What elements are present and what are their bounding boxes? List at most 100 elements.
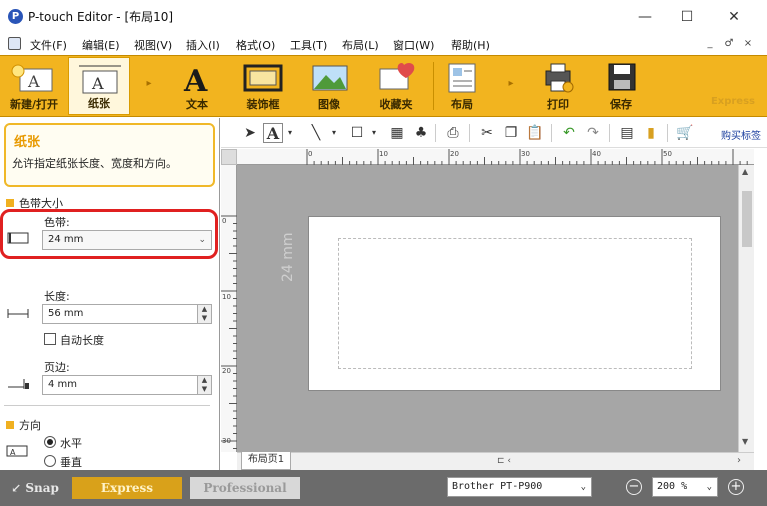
orientation-vertical-radio[interactable] [44,455,56,467]
zoom-out-icon[interactable]: − [626,479,642,495]
print-button[interactable]: 打印 [530,57,586,115]
document-icon[interactable] [8,37,21,50]
rectangle-tool-icon[interactable]: ☐ [347,123,367,143]
title-bar: P P-touch Editor - [布局10] — ☐ ✕ [0,0,767,34]
copy-icon[interactable]: ❐ [501,123,521,143]
menu-file[interactable]: 文件(F) [30,37,67,53]
menu-help[interactable]: 帮助(H) [451,37,490,53]
status-bar: ↙ Snap Express Professional Brother PT-P… [0,470,767,506]
horizontal-ruler-ticks [306,149,748,165]
maximize-button[interactable]: ☐ [667,6,707,28]
menu-insert[interactable]: 插入(I) [186,37,220,53]
line-tool-icon[interactable]: ╲ [305,123,327,143]
length-input[interactable]: 56 mm ▲ ▼ [42,304,212,324]
favorites-button[interactable]: 收藏夹 [364,57,428,115]
ribbon-scroll-left-icon[interactable]: ▸ [144,78,154,92]
professional-mode-tab[interactable]: Professional [190,477,300,499]
v-tick-label: 20 [222,367,231,375]
horizontal-scrollbar[interactable]: ⊏ ‹ › [237,452,754,470]
chevron-down-icon[interactable]: ▾ [329,123,339,143]
tape-width-indicator: 24 mm [280,232,296,282]
menu-format[interactable]: 格式(O) [236,37,275,53]
image-icon [312,65,348,91]
printer-select[interactable]: Brother PT-P900 ⌄ [447,477,592,497]
snap-icon: ↙ [11,481,26,495]
margin-input[interactable]: 4 mm ▲ ▼ [42,375,212,395]
frame-icon [243,64,283,92]
chevron-down-icon[interactable]: ▾ [285,123,295,143]
ribbon-separator [433,62,434,110]
window-title: P-touch Editor - [布局10] [28,10,174,24]
scroll-right-icon[interactable]: › [737,455,741,466]
text-button[interactable]: A 文本 [168,57,226,115]
ribbon-scroll-right-icon[interactable]: ▸ [506,78,516,92]
redo-icon[interactable]: ↷ [583,123,603,143]
database-icon[interactable]: ▮ [641,123,661,143]
scroll-up-icon[interactable]: ▲ [742,167,748,176]
mdi-restore-button[interactable]: ♂ [722,37,736,51]
vertical-ruler-ticks [221,215,237,449]
v-tick-label: 30 [222,437,231,445]
properties-icon[interactable]: ▤ [617,123,637,143]
text-tool-icon[interactable]: A [263,123,283,143]
express-mode-tab[interactable]: Express [72,477,182,499]
page-nav-icon[interactable]: ⊏ ‹ [497,456,511,466]
chevron-down-icon[interactable]: ▾ [369,123,379,143]
menu-layout[interactable]: 布局(L) [342,37,379,53]
vertical-scroll-thumb[interactable] [742,191,752,247]
mdi-close-button[interactable]: × [741,37,755,51]
mdi-minimize-button[interactable]: _ [703,37,717,51]
horizontal-ruler: 0 10 20 30 40 50 [237,149,754,165]
close-button[interactable]: ✕ [714,6,754,28]
buy-labels-link[interactable]: 购买标签 [721,127,761,142]
text-icon: A [183,64,208,95]
table-tool-icon[interactable]: ▦ [387,123,407,143]
h-tick-label: 50 [663,150,672,158]
section-marker-icon [6,421,14,429]
image-button[interactable]: 图像 [300,57,358,115]
shopping-cart-icon[interactable]: 🛒 [675,123,695,143]
margin-stepper[interactable]: ▲ ▼ [197,376,211,394]
auto-length-checkbox[interactable] [44,333,56,345]
menu-tools[interactable]: 工具(T) [290,37,327,53]
menu-view[interactable]: 视图(V) [134,37,172,53]
length-value: 56 mm [48,308,84,319]
app-logo-icon: P [8,9,23,24]
h-tick-label: 30 [521,150,530,158]
menu-edit[interactable]: 编辑(E) [82,37,120,53]
printer-value: Brother PT-P900 [452,481,543,492]
cut-icon[interactable]: ✂ [477,123,497,143]
paper-button[interactable]: A 纸张 [68,57,130,115]
length-label: 长度: [44,290,70,303]
clip-art-icon[interactable]: ♣ [411,123,431,143]
select-arrow-icon[interactable]: ➤ [241,123,259,143]
h-tick-label: 0 [308,150,313,158]
menu-window[interactable]: 窗口(W) [393,37,434,53]
new-open-button[interactable]: A 新建/打开 [2,57,66,115]
undo-icon[interactable]: ↶ [559,123,579,143]
svg-text:A: A [183,64,208,95]
zoom-in-icon[interactable]: + [728,479,744,495]
panel-divider [4,405,210,406]
help-title: 纸张 [14,135,41,150]
vertical-ruler: 0 10 20 30 [221,165,237,452]
ruler-corner [221,149,237,165]
print-small-icon[interactable]: ⎙ [443,123,463,143]
scroll-down-icon[interactable]: ▼ [742,437,748,446]
toolbar-separator [435,124,436,142]
save-button[interactable]: 保存 [592,57,650,115]
length-icon [7,309,29,318]
zoom-select[interactable]: 200 % ⌄ [652,477,718,497]
length-stepper[interactable]: ▲ ▼ [197,305,211,323]
toolbar-separator [469,124,470,142]
svg-text:A: A [91,74,104,93]
section-orientation-label: 方向 [19,419,41,432]
page-tab[interactable]: 布局页1 [241,452,291,470]
paste-icon[interactable]: 📋 [525,123,545,143]
frame-button[interactable]: 装饰框 [232,57,294,115]
orientation-horizontal-radio[interactable] [44,436,56,448]
minimize-button[interactable]: — [625,6,665,28]
layout-button[interactable]: 布局 [438,57,486,115]
snap-mode-tab[interactable]: ↙ Snap [4,477,66,499]
vertical-scrollbar[interactable]: ▲ ▼ [738,165,754,452]
